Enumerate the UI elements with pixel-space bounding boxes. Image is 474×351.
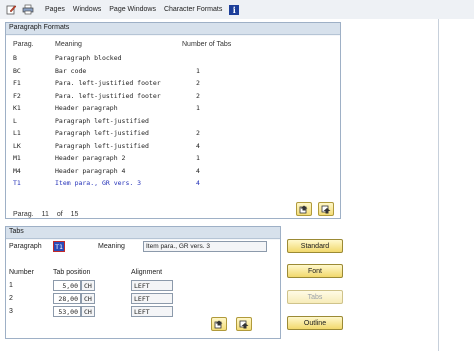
row-meaning: Bar code [55,66,87,75]
row-meaning: Item para., GR vers. 3 [55,179,142,187]
menu-page-windows[interactable]: Page Windows [109,6,156,13]
menu-character-formats[interactable]: Character Formats [164,6,222,13]
tab-alignment-field[interactable]: LEFT [131,293,173,304]
table-row[interactable]: M4 Header paragraph 4 4 [6,167,306,179]
row-parag: K1 [13,104,21,112]
outline-button[interactable]: Outline [287,316,343,330]
row-parag: L [13,116,17,125]
table-row[interactable]: F1 Para. left-justified footer 2 [6,79,306,91]
page-down-icon [239,320,249,328]
row-parag: L1 [13,129,21,137]
row-parag: B [13,54,17,62]
info-icon[interactable]: i [229,4,240,15]
tab-alignment-field[interactable]: LEFT [131,280,173,291]
row-parag: M1 [13,154,21,162]
row-parag: BC [13,66,21,75]
row-meaning: Para. left-justified footer [55,91,161,100]
table-row[interactable]: K1 Header paragraph 1 [6,104,306,116]
paragraph-label: Paragraph [9,243,42,250]
paragraph-position-status: Parag. 11 of 15 [13,211,84,218]
paragraph-formats-list: Parag. Meaning Number of Tabs B Paragrap… [6,36,340,218]
edit-icon[interactable] [5,4,18,16]
row-parag: F1 [13,79,21,87]
row-meaning: Header paragraph 2 [55,154,126,162]
tab-unit-field[interactable]: CH [81,280,95,291]
menu-pages[interactable]: Pages [45,6,65,13]
font-button[interactable]: Font [287,264,343,278]
row-tabs: 4 [196,166,200,175]
menu-windows[interactable]: Windows [73,6,101,13]
table-row[interactable]: B Paragraph blocked [6,54,306,66]
tabs-page-up-button[interactable] [211,317,227,331]
meaning-field: Item para., GR vers. 3 [143,241,267,252]
screen-divider [438,19,439,351]
row-parag: M4 [13,166,21,175]
row-tabs: 1 [196,154,200,162]
meaning-label: Meaning [98,243,125,250]
column-header-alignment: Alignment [131,269,163,276]
status-total: 15 [70,211,79,218]
tab-position-field[interactable]: 28,00 [53,293,81,304]
tab-unit-field[interactable]: CH [81,306,95,317]
tab-position-field[interactable]: 53,00 [53,306,81,317]
page-down-icon [321,205,331,213]
column-header-number-of-tabs: Number of Tabs [182,41,232,48]
table-row[interactable]: LK Paragraph left-justified 4 [6,142,306,154]
row-meaning: Paragraph left-justified [55,116,149,125]
tabs-page-down-button[interactable] [236,317,252,331]
column-header-tab-position: Tab position [53,269,91,276]
status-label: Parag. [13,211,34,218]
row-tabs: 4 [196,141,200,150]
paragraph-formats-title: Paragraph Formats [6,23,340,35]
row-tabs: 1 [196,66,200,75]
row-meaning: Paragraph blocked [55,54,122,62]
page-up-icon [299,205,308,213]
row-tabs: 4 [196,179,200,187]
tabs-content: Paragraph T1 Meaning Item para., GR vers… [6,240,280,338]
table-row[interactable]: F2 Para. left-justified footer 2 [6,92,306,104]
column-header-meaning: Meaning [55,41,82,48]
status-of: of [56,211,63,218]
table-row[interactable]: L1 Paragraph left-justified 2 [6,129,306,141]
row-parag: LK [13,141,21,150]
row-tabs: 2 [196,91,200,100]
tab-position-field[interactable]: 5,00 [53,280,81,291]
tab-number: 2 [9,295,13,302]
print-icon[interactable] [21,4,34,16]
tabs-button[interactable]: Tabs [287,290,343,304]
tabs-panel: Tabs Paragraph T1 Meaning Item para., GR… [5,226,281,339]
first-page-button[interactable] [296,202,312,216]
table-row[interactable]: BC Bar code 1 [6,67,306,79]
row-meaning: Paragraph left-justified [55,129,149,137]
paragraph-formats-panel: Paragraph Formats Parag. Meaning Number … [5,22,341,219]
tab-unit-field[interactable]: CH [81,293,95,304]
row-tabs: 1 [196,104,200,112]
tabs-title: Tabs [6,227,280,239]
application-toolbar: Pages Windows Page Windows Character For… [0,0,474,19]
row-meaning: Para. left-justified footer [55,79,161,87]
tab-alignment-field[interactable]: LEFT [131,306,173,317]
tab-number: 3 [9,308,13,315]
row-parag: T1 [13,179,21,187]
column-header-parag: Parag. [13,41,34,48]
next-page-button[interactable] [318,202,334,216]
status-current: 11 [41,211,49,218]
paragraph-field[interactable]: T1 [53,241,65,252]
table-row[interactable]: L Paragraph left-justified [6,117,306,129]
row-meaning: Header paragraph [55,104,118,112]
tab-number: 1 [9,282,13,289]
row-tabs: 2 [196,79,200,87]
row-parag: F2 [13,91,21,100]
row-meaning: Header paragraph 4 [55,166,126,175]
table-row-selected[interactable]: T1 Item para., GR vers. 3 4 [6,179,306,191]
table-row[interactable]: M1 Header paragraph 2 1 [6,154,306,166]
column-header-number: Number [9,269,34,276]
row-meaning: Paragraph left-justified [55,141,149,150]
page-up-icon [214,320,223,328]
standard-button[interactable]: Standard [287,239,343,253]
row-tabs: 2 [196,129,200,137]
